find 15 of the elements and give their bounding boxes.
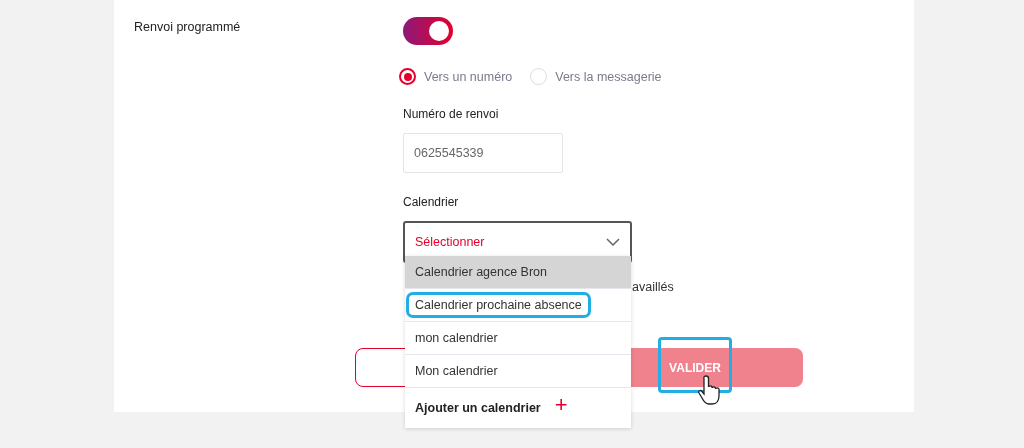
add-calendar-item[interactable]: Ajouter un calendrier +	[405, 388, 631, 428]
dropdown-option[interactable]: mon calendrier	[405, 322, 631, 355]
dropdown-option[interactable]: Calendrier prochaine absence	[405, 289, 631, 322]
dropdown-option[interactable]: Calendrier agence Bron	[405, 256, 631, 289]
chevron-icon	[606, 238, 620, 246]
dropdown-option[interactable]: Mon calendrier	[405, 355, 631, 388]
field-label: Calendrier	[403, 195, 460, 209]
radio-option[interactable]: Vers la messagerie	[530, 68, 662, 85]
radio-button[interactable]	[399, 68, 416, 85]
info-text: availlés	[632, 280, 675, 294]
number-field[interactable]: 0625545339	[403, 133, 563, 173]
setting-label: Renvoi programmé	[133, 19, 242, 36]
toggle-switch[interactable]	[403, 17, 453, 45]
field-label: Numéro de renvoi	[403, 107, 500, 121]
radio-option[interactable]: Vers un numéro	[399, 68, 513, 85]
